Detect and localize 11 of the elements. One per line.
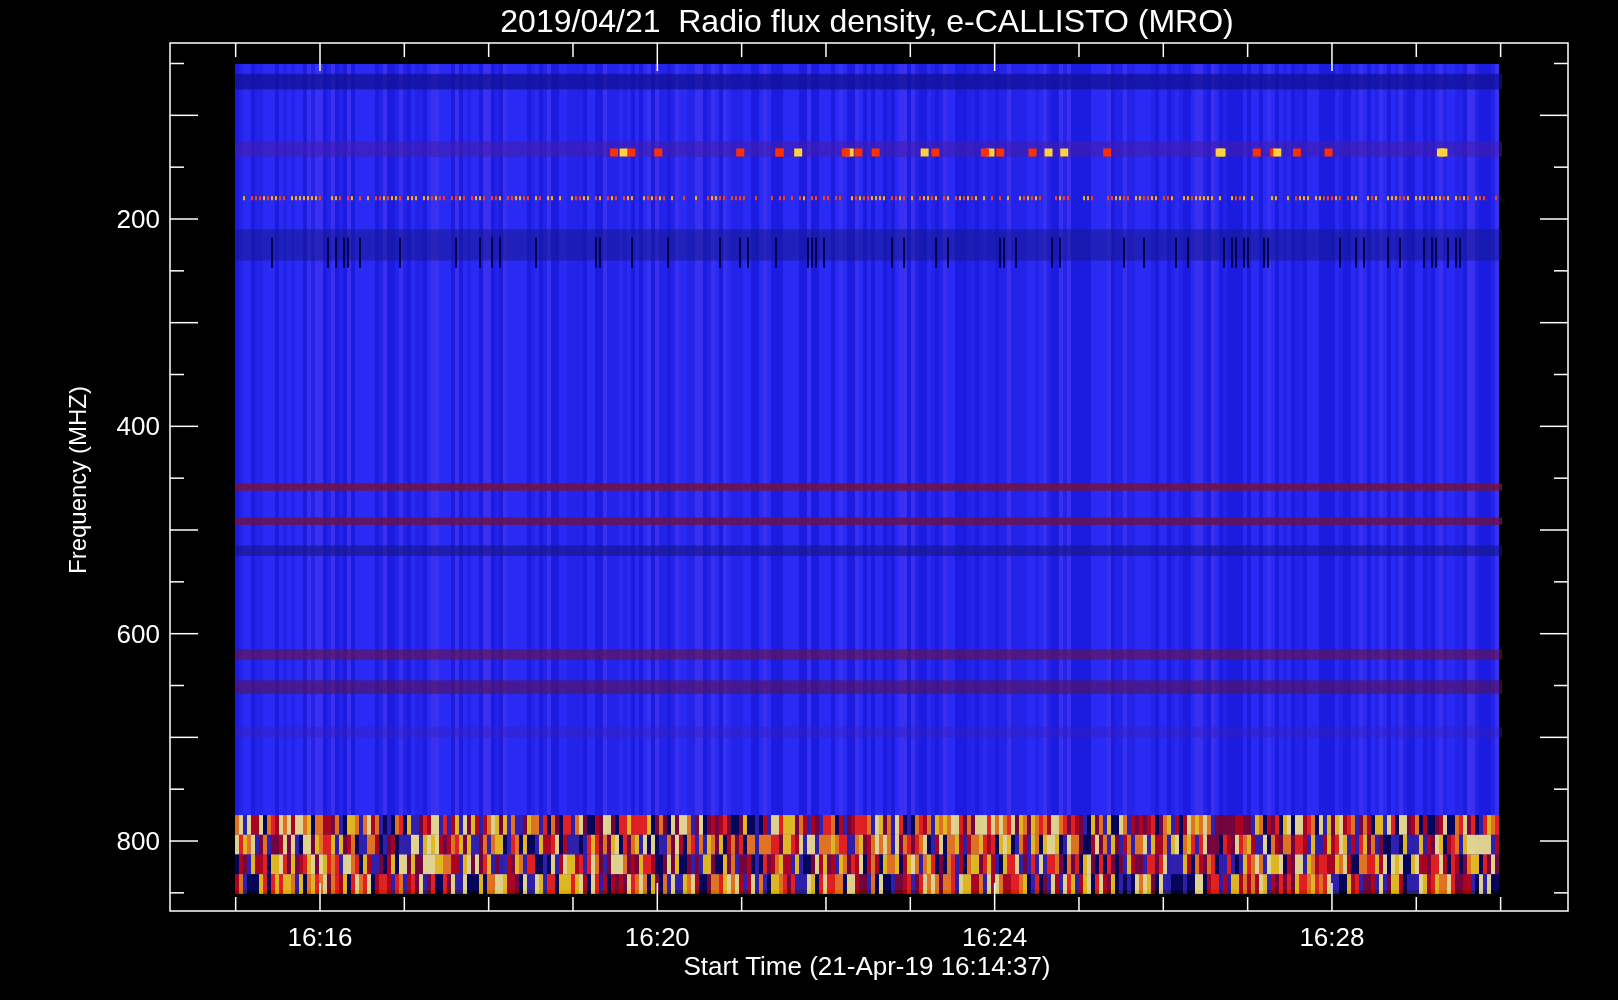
axis-tick-label: 16:20	[624, 922, 690, 952]
axis-tick-label: 16:16	[287, 922, 353, 952]
axis-tick-label: 16:24	[962, 922, 1028, 952]
axis-label: Frequency (MHZ)	[64, 386, 91, 574]
axis-label: Start Time (21-Apr-19 16:14:37)	[683, 951, 1051, 981]
axis-tick-label: 800	[116, 826, 160, 856]
axis-tick-label: 600	[116, 618, 160, 649]
axis-tick-label: 200	[116, 204, 160, 234]
chart-title: 2019/04/21 Radio flux density, e-CALLISTO (MRO)	[500, 3, 1234, 39]
axis-tick-label: 16:28	[1299, 922, 1365, 952]
axis-tick-label: 400	[116, 411, 160, 442]
